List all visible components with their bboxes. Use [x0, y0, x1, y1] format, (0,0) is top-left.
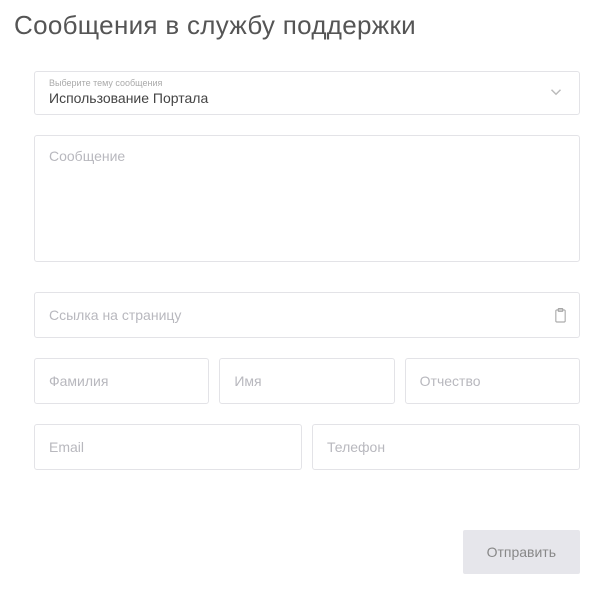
topic-label: Выберите тему сообщения	[49, 78, 208, 88]
message-textarea[interactable]	[35, 136, 579, 256]
message-field-wrap	[34, 135, 580, 262]
phone-field-wrap	[312, 424, 580, 470]
page-title: Сообщения в службу поддержки	[14, 10, 600, 41]
phone-input[interactable]	[313, 425, 579, 469]
submit-button[interactable]: Отправить	[463, 530, 580, 574]
lastname-field-wrap	[34, 358, 209, 404]
patronymic-field-wrap	[405, 358, 580, 404]
lastname-input[interactable]	[35, 359, 208, 403]
chevron-down-icon	[547, 83, 565, 101]
clipboard-icon[interactable]	[554, 308, 567, 323]
firstname-field-wrap	[219, 358, 394, 404]
email-field-wrap	[34, 424, 302, 470]
topic-select[interactable]: Выберите тему сообщения Использование По…	[34, 71, 580, 115]
url-field-wrap	[34, 292, 580, 338]
firstname-input[interactable]	[220, 359, 393, 403]
url-input[interactable]	[35, 293, 554, 337]
email-input[interactable]	[35, 425, 301, 469]
patronymic-input[interactable]	[406, 359, 579, 403]
topic-value: Использование Портала	[49, 90, 208, 106]
